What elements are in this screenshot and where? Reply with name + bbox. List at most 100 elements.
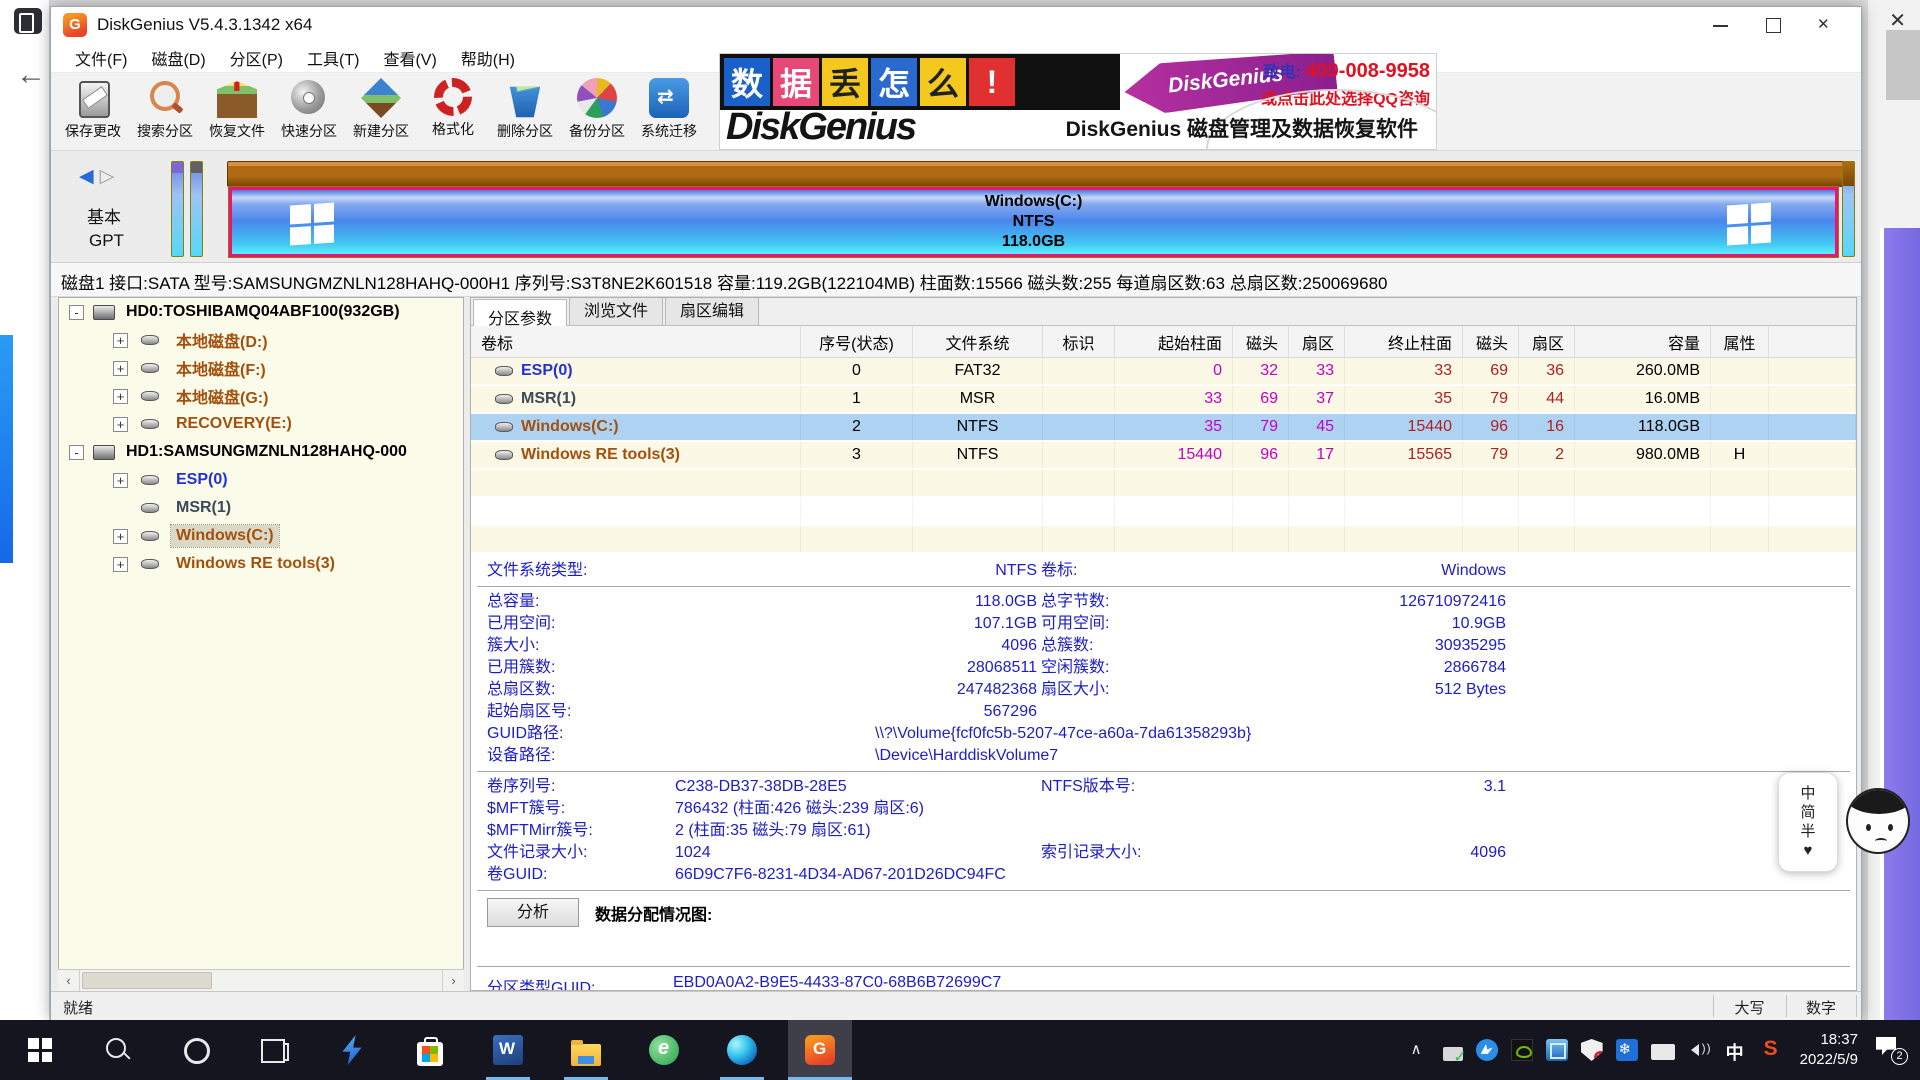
toolbar-button-quick-partition[interactable]: 快速分区 [273, 77, 345, 147]
toolbar-button-system-migration[interactable]: 系统迁移 [633, 77, 705, 147]
notification-center-icon[interactable]: 2 [1874, 1033, 1908, 1067]
tree-horizontal-scrollbar[interactable]: ‹ › [58, 969, 464, 991]
tree-item-windows-re-tools-3-[interactable]: +Windows RE tools(3) [59, 550, 463, 578]
expander-icon[interactable]: + [113, 557, 128, 572]
ime-floating-widget[interactable]: 中简半♥ [1778, 772, 1920, 872]
detail-row: GUID路径:\\?\Volume{fcf0fc5b-5207-47ce-a60… [471, 723, 1856, 745]
toolbar-button-delete-partition[interactable]: 删除分区 [489, 77, 561, 147]
backup-partition-icon [577, 78, 617, 118]
minimize-button[interactable] [1695, 7, 1747, 43]
scrollbar-thumb[interactable] [82, 972, 212, 989]
taskbar-app-start[interactable] [8, 1020, 72, 1080]
taskbar-app-ie-green[interactable] [632, 1020, 696, 1080]
back-arrow-icon[interactable]: ← [16, 58, 46, 92]
toolbar-button-search-partition[interactable]: 搜索分区 [129, 77, 201, 147]
security-shield-icon[interactable] [1581, 1039, 1603, 1061]
table-row[interactable]: ESP(0)0FAT3203233336936260.0MB [471, 358, 1856, 386]
table-row[interactable]: Windows(C:)2NTFS357945154409616118.0GB [471, 414, 1856, 442]
maximize-button[interactable] [1747, 7, 1799, 43]
scroll-left-icon[interactable]: ‹ [58, 970, 80, 991]
column-header [1769, 326, 1856, 357]
menu-item[interactable]: 帮助(H) [449, 43, 527, 73]
toolbar-button-save-changes[interactable]: 保存更改 [57, 77, 129, 147]
toolbar-button-format[interactable]: 格式化 [417, 77, 489, 147]
detail-value: 4096 [673, 635, 1037, 657]
scroll-right-icon[interactable]: › [442, 970, 464, 991]
background-scrollbar[interactable] [1886, 30, 1920, 100]
menu-item[interactable]: 分区(P) [218, 43, 295, 73]
taskbar-app-diskgenius[interactable] [788, 1020, 852, 1080]
msr-partition-strip[interactable] [190, 161, 203, 257]
analyze-button[interactable]: 分析 [487, 898, 579, 927]
printer-check-icon[interactable] [1443, 1047, 1463, 1061]
table-header: 卷标序号(状态)文件系统标识起始柱面磁头扇区终止柱面磁头扇区容量属性 [471, 326, 1856, 358]
taskbar-app-explorer[interactable] [554, 1020, 618, 1080]
expander-icon[interactable]: - [69, 445, 84, 460]
tree-item-windows-c-[interactable]: +Windows(C:) [59, 522, 463, 550]
tree-item--f-[interactable]: +本地磁盘(F:) [59, 354, 463, 382]
expander-icon[interactable]: + [113, 473, 128, 488]
esp-partition-strip[interactable] [171, 161, 184, 257]
tab-partition-params[interactable]: 分区参数 [473, 299, 567, 326]
nvidia-icon[interactable] [1511, 1039, 1533, 1061]
close-button[interactable] [1799, 7, 1851, 43]
taskbar-app-lightning[interactable] [320, 1020, 384, 1080]
tree-item-hd1-samsungmznln128hahq-000[interactable]: -HD1:SAMSUNGMZNLN128HAHQ-000 [59, 438, 463, 466]
taskbar-app-taskview[interactable] [242, 1020, 306, 1080]
cell-empty [1711, 498, 1769, 524]
chevron-up-icon[interactable] [1408, 1039, 1430, 1061]
menu-item[interactable]: 查看(V) [371, 43, 448, 73]
disk-icon [93, 305, 115, 320]
ime-status-box[interactable]: 中简半♥ [1778, 772, 1838, 872]
expander-icon[interactable]: - [69, 305, 84, 320]
table-row[interactable]: Windows RE tools(3)3NTFS1544096171556579… [471, 442, 1856, 470]
taskbar-clock[interactable]: 18:37 2022/5/9 [1800, 1030, 1858, 1070]
tree-item-esp-0-[interactable]: +ESP(0) [59, 466, 463, 494]
taskbar-app-cortana[interactable] [164, 1020, 228, 1080]
tree-item-hd0-toshibamq04abf100-932gb-[interactable]: -HD0:TOSHIBAMQ04ABF100(932GB) [59, 298, 463, 326]
partition-icon [141, 475, 159, 485]
windows-c-partition-block[interactable]: Windows(C:) NTFS 118.0GB [229, 187, 1838, 257]
cell-empty [1519, 526, 1575, 552]
column-header: 磁头 [1463, 326, 1519, 357]
taskbar-app-edge[interactable] [710, 1020, 774, 1080]
snowflake-icon[interactable] [1616, 1039, 1638, 1061]
recovery-partition-strip[interactable] [1842, 161, 1855, 257]
menu-item[interactable]: 文件(F) [63, 43, 139, 73]
expander-icon[interactable]: + [113, 361, 128, 376]
intel-graphics-icon[interactable] [1546, 1039, 1568, 1061]
toolbar-button-new-partition[interactable]: 新建分区 [345, 77, 417, 147]
ime-zh-icon[interactable] [1725, 1039, 1747, 1061]
tree-item-msr-1-[interactable]: MSR(1) [59, 494, 463, 522]
tab-browse-files[interactable]: 浏览文件 [569, 297, 663, 325]
expander-icon[interactable]: + [113, 417, 128, 432]
bird-icon[interactable] [1476, 1039, 1498, 1061]
taskbar-app-word[interactable] [476, 1020, 540, 1080]
taskbar-app-search[interactable] [86, 1020, 150, 1080]
volume-icon[interactable] [1690, 1039, 1712, 1061]
partition-icon [495, 422, 513, 432]
background-app-icon[interactable] [14, 8, 42, 34]
disk-nav-arrows[interactable]: ◀▷ [79, 165, 120, 188]
cell-empty [1043, 498, 1115, 524]
partition-icon [141, 391, 159, 401]
expander-icon[interactable]: + [113, 529, 128, 544]
detail-label: $MFT簇号: [487, 798, 673, 820]
sogou-icon[interactable] [1760, 1039, 1782, 1061]
ad-banner[interactable]: 数据丢怎么! DiskGenius DiskGenius 致电: 400-008… [719, 53, 1437, 150]
detail-row: 已用簇数:28068511空闲簇数:2866784 [471, 657, 1856, 679]
taskbar-app-store[interactable] [398, 1020, 462, 1080]
expander-icon[interactable]: + [113, 389, 128, 404]
cell-sh: 32 [1233, 358, 1289, 384]
tree-item-recovery-e-[interactable]: +RECOVERY(E:) [59, 410, 463, 438]
menu-item[interactable]: 工具(T) [295, 43, 371, 73]
tab-sector-edit[interactable]: 扇区编辑 [665, 297, 759, 325]
tree-item--d-[interactable]: +本地磁盘(D:) [59, 326, 463, 354]
table-row[interactable]: MSR(1)1MSR33693735794416.0MB [471, 386, 1856, 414]
toolbar-button-backup-partition[interactable]: 备份分区 [561, 77, 633, 147]
toolbar-button-recover-files[interactable]: 恢复文件 [201, 77, 273, 147]
menu-item[interactable]: 磁盘(D) [139, 43, 217, 73]
expander-icon[interactable]: + [113, 333, 128, 348]
battery-icon[interactable] [1651, 1039, 1677, 1061]
tree-item--g-[interactable]: +本地磁盘(G:) [59, 382, 463, 410]
